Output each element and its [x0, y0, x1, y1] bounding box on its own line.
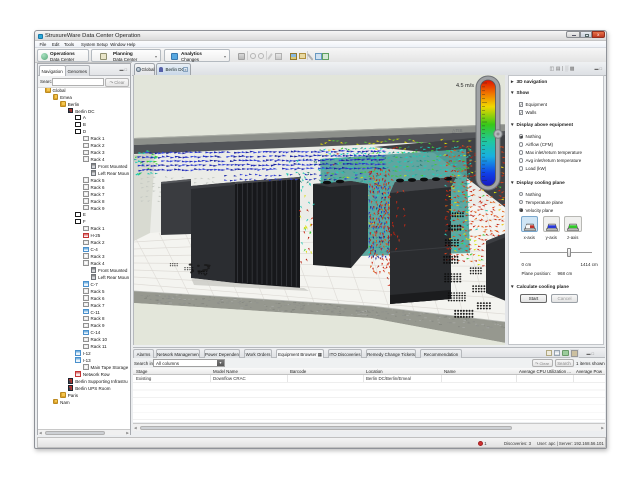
svg-text:4.5 m/s: 4.5 m/s	[456, 83, 474, 89]
svg-text:△TIS: △TIS	[452, 128, 462, 133]
